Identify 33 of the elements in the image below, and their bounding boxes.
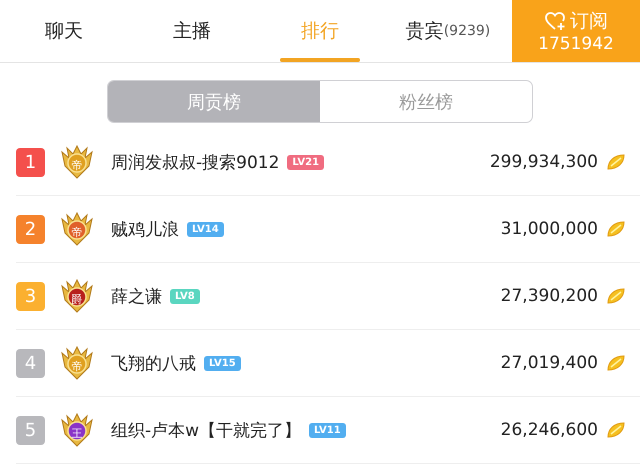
leaf-icon: [606, 220, 626, 238]
level-tag: LV8: [170, 288, 200, 304]
user-name: 飞翔的八戒: [111, 352, 196, 374]
level-tag: LV21: [287, 154, 324, 170]
heart-plus-icon: [544, 11, 566, 31]
rank-badge: 4: [16, 348, 45, 378]
segment-tab[interactable]: 周贡榜: [108, 81, 320, 122]
user-name: 组织-卢本w【干就完了】: [111, 420, 302, 442]
tab[interactable]: 主播: [128, 0, 256, 62]
level-tag: LV15: [204, 356, 241, 370]
tab[interactable]: 贵宾(9239): [384, 0, 512, 62]
rank-badge: 1: [16, 148, 45, 176]
user-name: 周润发叔叔-搜索9012: [111, 152, 280, 174]
rank-badge: 2: [16, 214, 45, 244]
rank-badge: 3: [16, 282, 45, 310]
leaf-icon: [606, 354, 626, 372]
amount-text: 27,019,400: [500, 353, 598, 373]
level-tag: LV14: [187, 222, 224, 236]
amount-text: 26,246,600: [500, 420, 598, 440]
amount-text: 27,390,200: [500, 286, 598, 306]
amount-text: 31,000,000: [500, 219, 598, 239]
tab[interactable]: 排行: [256, 0, 384, 62]
leaf-icon: [606, 421, 626, 439]
user-name: 薛之谦: [111, 286, 162, 308]
user-name: 贼鸡儿浪: [111, 218, 179, 240]
rank-badge: 5: [16, 416, 45, 444]
tab[interactable]: 聊天: [0, 0, 128, 62]
leaf-icon: [606, 153, 626, 171]
level-tag: LV11: [309, 422, 346, 438]
segment-tab[interactable]: 粉丝榜: [320, 81, 532, 122]
leaf-icon: [606, 287, 626, 305]
subscribe-button[interactable]: 订阅 1751942: [512, 0, 640, 62]
amount-text: 299,934,300: [490, 152, 598, 172]
